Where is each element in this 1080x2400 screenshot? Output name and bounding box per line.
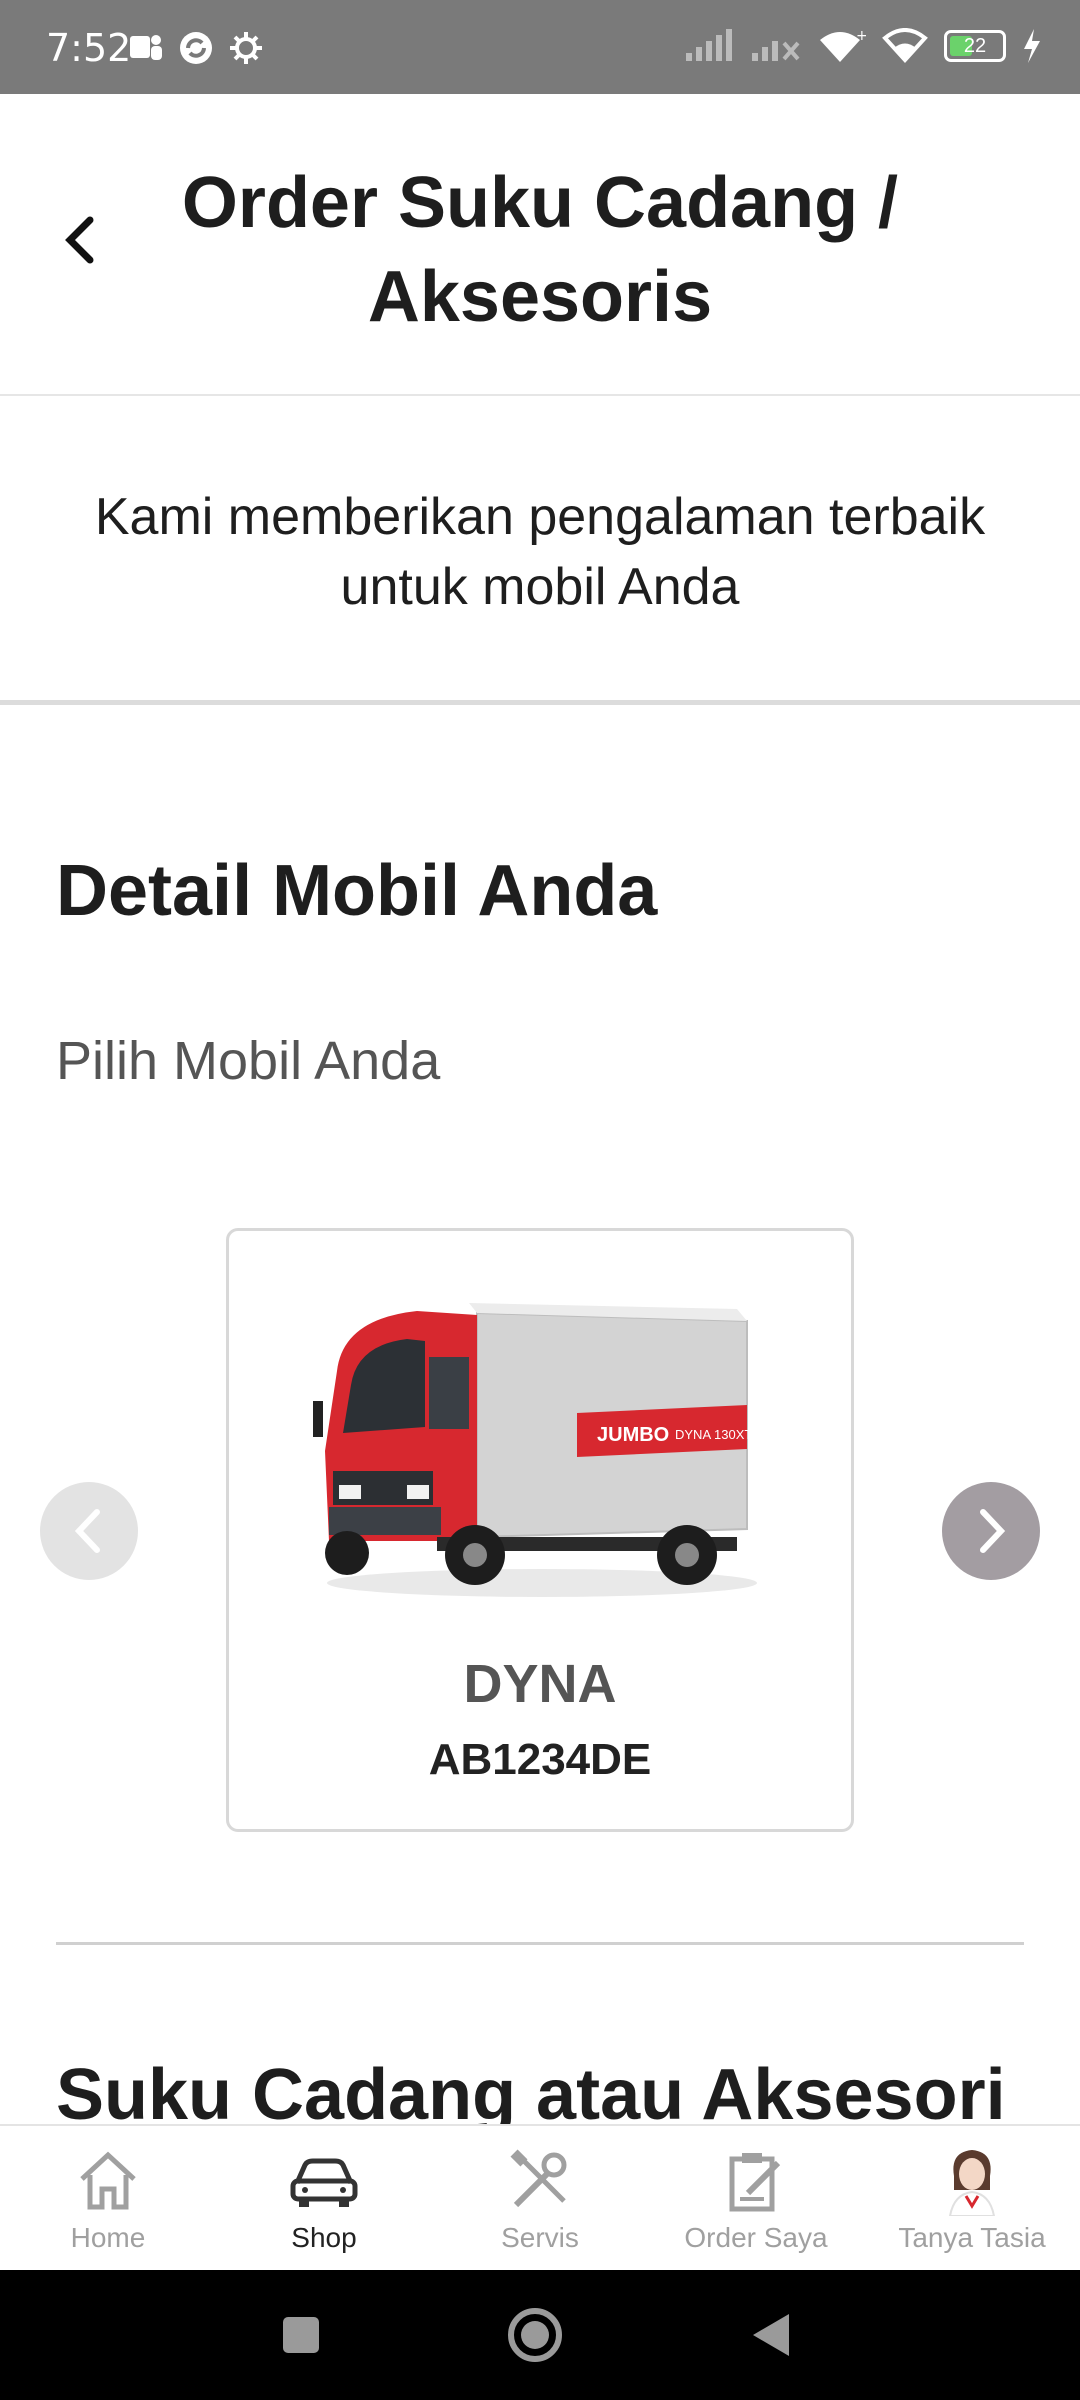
nav-label-tanya-tasia: Tanya Tasia [898,2222,1046,2253]
wifi-icon [882,28,928,63]
truck-image: JUMBO DYNA 130XT [313,1303,757,1597]
notification-icons [128,30,264,66]
divider [56,1942,1024,1945]
home-icon [80,2151,136,2210]
nav-label-order-saya: Order Saya [684,2222,828,2253]
signal-no-service-icon [752,41,800,61]
charging-icon [1024,29,1040,63]
tools-icon [510,2149,567,2208]
nav-label-shop: Shop [291,2222,357,2253]
svg-text:DYNA 130XT: DYNA 130XT [675,1427,752,1442]
divider [0,700,1080,705]
battery-icon: 22 [944,30,1006,62]
car-name: DYNA [463,1654,617,1714]
nav-item-tanya-tasia[interactable]: Tanya Tasia [864,2126,1080,2270]
recents-button[interactable] [266,2300,336,2370]
system-nav-bar [0,2270,1080,2400]
home-button[interactable] [500,2300,570,2370]
status-bar: 7:52 + 22 [0,0,1080,94]
tagline: Kami memberikan pengalaman terbaik untuk… [94,488,986,616]
order-icon [729,2153,781,2212]
back-triangle-icon [753,2314,789,2356]
signal-icon [686,29,732,61]
chevron-right-icon [980,1509,1006,1553]
nav-item-home[interactable]: Home [0,2126,216,2270]
carousel-prev-button[interactable] [40,1482,138,1580]
settings-icon [230,32,262,64]
car-section-title: Detail Mobil Anda [56,851,658,931]
car-plate: AB1234DE [428,1735,652,1784]
sync-icon [180,32,212,64]
wifi-calling-icon: + [820,28,866,62]
car-card[interactable]: JUMBO DYNA 130XT DYNA AB1234DE [226,1228,854,1832]
page-title: Order Suku Cadang / Aksesoris [181,163,899,337]
bottom-nav: Home Shop Servis Order Saya Tanya Tasia [0,2124,1080,2270]
carousel-next-button[interactable] [942,1482,1040,1580]
nav-item-servis[interactable]: Servis [432,2126,648,2270]
chevron-left-icon [74,1509,100,1553]
nav-label-home: Home [70,2222,146,2253]
svg-text:JUMBO: JUMBO [597,1424,669,1446]
svg-text:+: + [856,28,866,44]
home-circle-icon [508,2308,562,2362]
back-button[interactable] [50,210,110,270]
system-status-icons: + 22 [684,28,1042,64]
status-time: 7:52 [46,26,132,70]
car-section-subtitle: Pilih Mobil Anda [56,1031,441,1091]
header: Order Suku Cadang / Aksesoris [0,94,1080,396]
nav-item-shop[interactable]: Shop [216,2126,432,2270]
assistant-avatar-icon [948,2150,996,2216]
back-nav-button[interactable] [736,2300,806,2370]
chevron-left-icon [65,216,94,264]
teams-icon [130,35,162,60]
parts-section-title: Suku Cadang atau Aksesori [56,2055,1006,2124]
nav-item-order-saya[interactable]: Order Saya [648,2126,864,2270]
nav-label-servis: Servis [501,2222,579,2253]
recents-icon [283,2317,319,2353]
car-icon [290,2158,358,2207]
